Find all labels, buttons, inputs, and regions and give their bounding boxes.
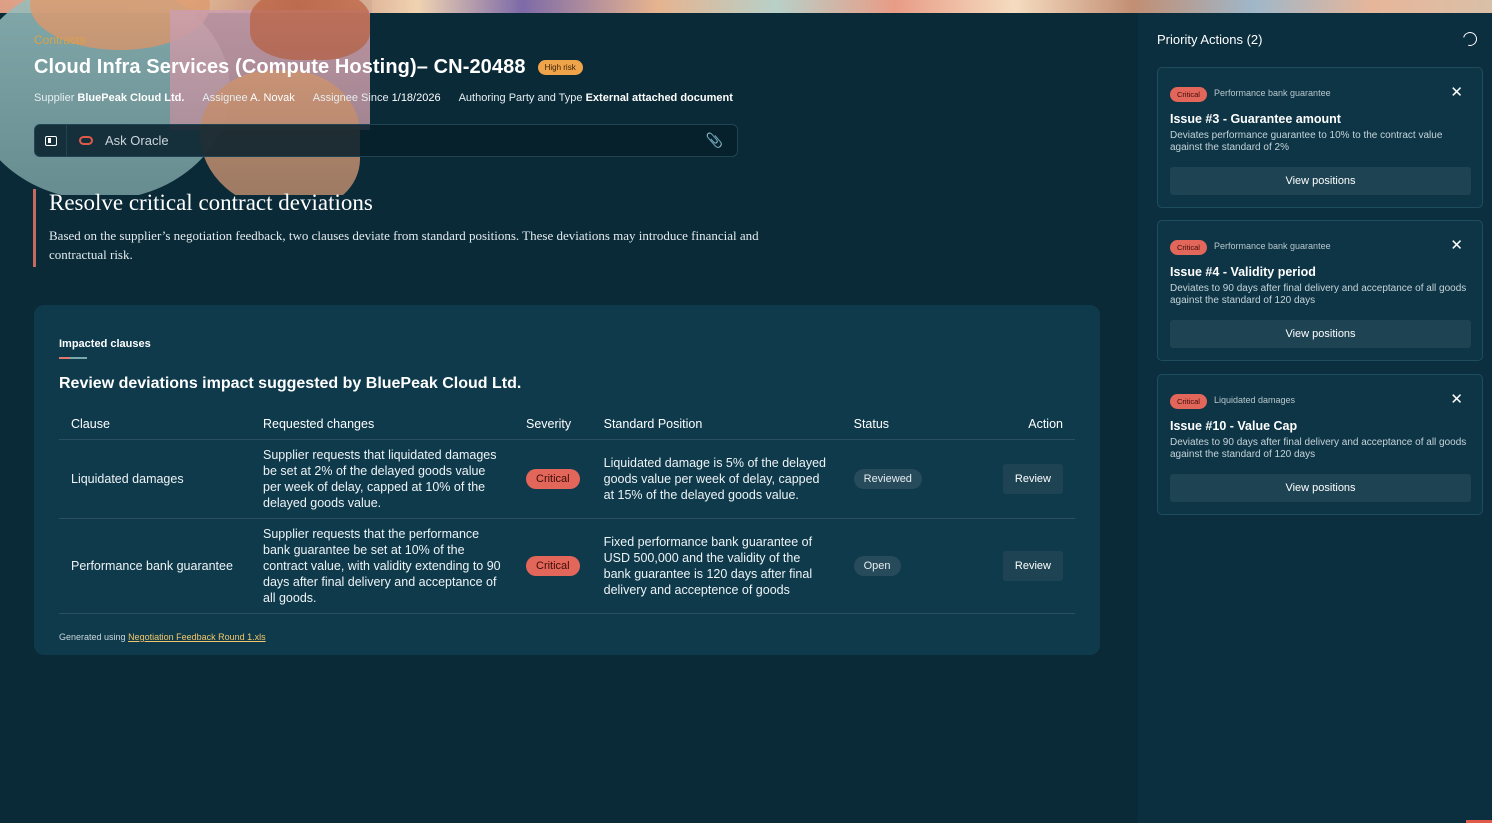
headline-title: Resolve critical contract deviations (49, 190, 373, 215)
col-requested: Requested changes (251, 407, 514, 440)
priority-actions-panel: Priority Actions (2) Critical Performanc… (1138, 13, 1492, 823)
assignee-since-value: 1/18/2026 (391, 92, 441, 104)
status-badge: Reviewed (853, 469, 922, 489)
card-title: Review deviations impact suggested by Bl… (59, 375, 522, 392)
clause-cell: Performance bank guarantee (59, 518, 251, 614)
card-category: Performance bank guarantee (1214, 88, 1331, 98)
close-icon[interactable]: ✕ (1450, 390, 1463, 408)
paperclip-icon[interactable]: 📎 (706, 132, 723, 149)
card-category: Liquidated damages (1214, 395, 1296, 405)
severity-badge: Critical (1170, 87, 1207, 102)
source-file-link[interactable]: Negotiation Feedback Round 1.xls (128, 632, 266, 642)
close-icon[interactable]: ✕ (1450, 83, 1463, 101)
eyebrow-underline (59, 357, 87, 359)
severity-badge: Critical (526, 556, 580, 576)
breadcrumb[interactable]: Contracts (34, 33, 85, 47)
status-badge: Open (853, 556, 901, 576)
col-status: Status (841, 407, 962, 440)
risk-badge: High risk (537, 60, 583, 75)
authoring-meta: Authoring Party and Type External attach… (458, 92, 733, 104)
view-positions-button[interactable]: View positions (1170, 167, 1471, 195)
review-button[interactable]: Review (1002, 551, 1063, 581)
issue-title: Issue #10 - Value Cap (1170, 419, 1298, 433)
table-row: Performance bank guarantee Supplier requ… (59, 518, 1075, 614)
status-cell: Reviewed (841, 439, 962, 519)
requested-cell: Supplier requests that the performance b… (251, 518, 514, 614)
headline-summary: Based on the supplier’s negotiation feed… (49, 228, 759, 262)
standard-cell: Fixed performance bank guarantee of USD … (591, 518, 842, 614)
view-positions-button[interactable]: View positions (1170, 474, 1471, 502)
severity-badge: Critical (1170, 394, 1207, 409)
main-content: Contracts Cloud Infra Services (Compute … (0, 0, 1138, 823)
panel-toggle-icon (44, 135, 57, 146)
priority-card: Critical Performance bank guarantee ✕ Is… (1157, 67, 1483, 208)
col-standard: Standard Position (591, 407, 842, 440)
severity-cell: Critical (514, 518, 592, 614)
severity-badge: Critical (526, 469, 580, 489)
title-row: Cloud Infra Services (Compute Hosting)– … (34, 56, 583, 79)
issue-description: Deviates to 90 days after final delivery… (1170, 283, 1467, 306)
card-category: Performance bank guarantee (1214, 241, 1331, 251)
close-icon[interactable]: ✕ (1450, 236, 1463, 254)
authoring-value: External attached document (585, 92, 733, 104)
action-cell: Review (961, 518, 1075, 614)
clauses-table: Clause Requested changes Severity Standa… (59, 407, 1075, 614)
ask-oracle-input[interactable]: Ask Oracle (105, 133, 169, 148)
oracle-logo-icon (79, 136, 93, 145)
severity-badge: Critical (1170, 240, 1207, 255)
col-action: Action (961, 407, 1075, 440)
ask-oracle-bar[interactable]: Ask Oracle 📎 (34, 124, 738, 157)
col-severity: Severity (514, 407, 592, 440)
generated-footnote: Generated using Negotiation Feedback Rou… (59, 632, 266, 642)
action-cell: Review (961, 439, 1075, 519)
assignee-meta: Assignee A. Novak (202, 92, 295, 104)
table-header-row: Clause Requested changes Severity Standa… (59, 407, 1075, 440)
assignee-since-meta: Assignee Since 1/18/2026 (312, 92, 441, 104)
severity-cell: Critical (514, 439, 592, 519)
supplier-meta: Supplier BluePeak Cloud Ltd. (34, 92, 185, 104)
view-positions-button[interactable]: View positions (1170, 320, 1471, 348)
panel-toggle-button[interactable] (35, 125, 67, 156)
supplier-value: BluePeak Cloud Ltd. (77, 92, 185, 104)
headline-block: Resolve critical contract deviations Bas… (33, 189, 789, 267)
issue-title: Issue #4 - Validity period (1170, 265, 1316, 279)
status-cell: Open (841, 518, 962, 614)
page-title: Cloud Infra Services (Compute Hosting)– … (34, 56, 526, 78)
table-row: Liquidated damages Supplier requests tha… (59, 439, 1075, 519)
issue-description: Deviates performance guarantee to 10% to… (1170, 130, 1443, 153)
assignee-value: A. Novak (250, 92, 295, 104)
impacted-clauses-card: Impacted clauses Review deviations impac… (34, 305, 1100, 655)
issue-title: Issue #3 - Guarantee amount (1170, 112, 1341, 126)
card-eyebrow: Impacted clauses (59, 338, 151, 350)
issue-description: Deviates to 90 days after final delivery… (1170, 437, 1467, 460)
priority-card: Critical Liquidated damages ✕ Issue #10 … (1157, 374, 1483, 515)
panel-title: Priority Actions (2) (1157, 32, 1263, 47)
requested-cell: Supplier requests that liquidated damage… (251, 439, 514, 519)
review-button[interactable]: Review (1002, 464, 1063, 494)
col-clause: Clause (59, 407, 251, 440)
contract-meta: Supplier BluePeak Cloud Ltd. Assignee A.… (34, 92, 733, 104)
standard-cell: Liquidated damage is 5% of the delayed g… (591, 439, 842, 519)
priority-card: Critical Performance bank guarantee ✕ Is… (1157, 220, 1483, 361)
footnote-prefix: Generated using (59, 632, 126, 642)
clause-cell: Liquidated damages (59, 439, 251, 519)
moon-icon[interactable] (1460, 29, 1480, 49)
